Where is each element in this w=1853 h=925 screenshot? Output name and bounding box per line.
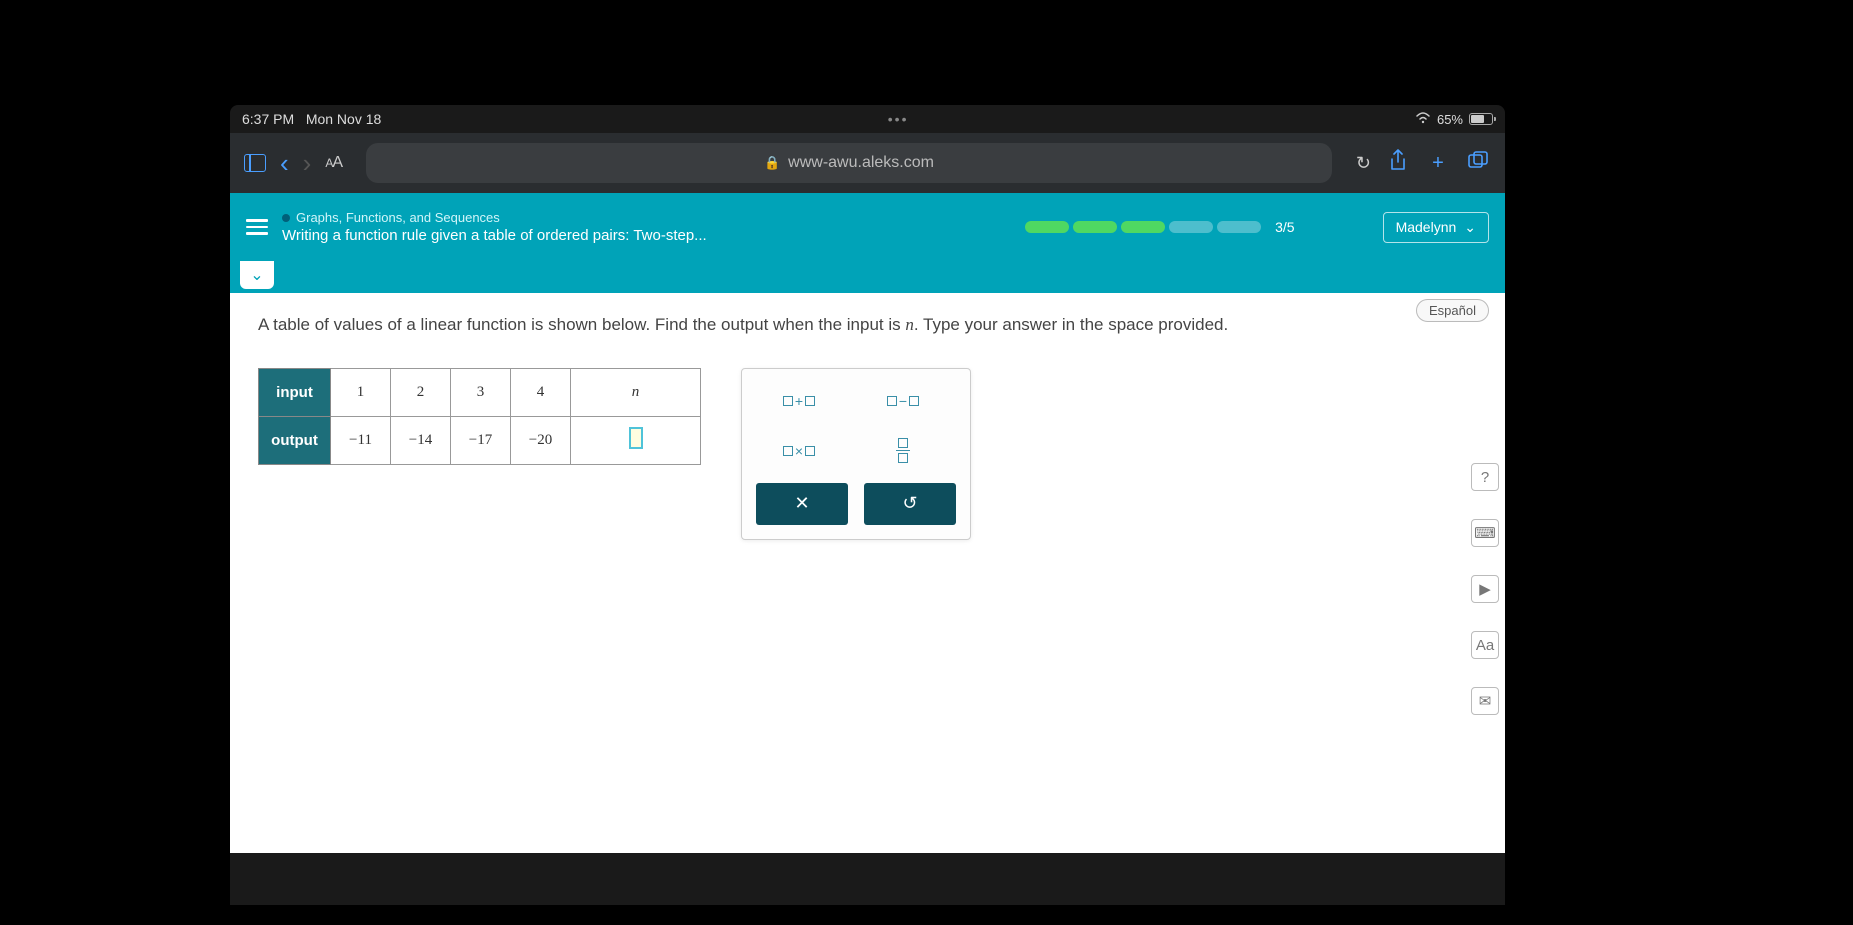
- video-button[interactable]: ▶: [1471, 575, 1499, 603]
- sidebar-icon[interactable]: [244, 154, 266, 172]
- table-cell: −17: [451, 416, 511, 464]
- text-size-button[interactable]: AA: [325, 154, 342, 172]
- user-menu-button[interactable]: Madelynn ⌄: [1383, 212, 1489, 243]
- menu-button[interactable]: [246, 219, 268, 235]
- table-cell: −11: [331, 416, 391, 464]
- side-rail: ? ⌨ ▶ Aa ✉: [1471, 463, 1499, 715]
- expand-down-button[interactable]: ⌄: [240, 261, 274, 289]
- help-button[interactable]: ?: [1471, 463, 1499, 491]
- progress-count: 3/5: [1275, 219, 1294, 235]
- forward-button: ›: [303, 148, 312, 179]
- progress-segment: [1217, 221, 1261, 233]
- address-bar[interactable]: 🔒 www-awu.aleks.com: [366, 143, 1332, 183]
- battery-percent: 65%: [1437, 112, 1463, 127]
- question-text: A table of values of a linear function i…: [258, 311, 1278, 340]
- tabs-button[interactable]: [1465, 150, 1491, 176]
- multitask-dots-icon[interactable]: •••: [381, 111, 1415, 127]
- table-cell: −14: [391, 416, 451, 464]
- user-name: Madelynn: [1396, 219, 1457, 235]
- x-icon: ✕: [794, 493, 809, 514]
- table-cell: 4: [511, 368, 571, 416]
- keypad-add-button[interactable]: +: [756, 383, 842, 419]
- keypad-fraction-button[interactable]: [860, 433, 946, 469]
- table-cell-variable: n: [571, 368, 701, 416]
- status-date: Mon Nov 18: [306, 111, 381, 127]
- output-row-header: output: [259, 416, 331, 464]
- keypad-undo-button[interactable]: ↺: [864, 483, 956, 525]
- answer-input-cell[interactable]: [571, 416, 701, 464]
- share-button[interactable]: [1385, 149, 1411, 177]
- table-cell: −20: [511, 416, 571, 464]
- progress-segment: [1121, 221, 1165, 233]
- topic-title: Writing a function rule given a table of…: [282, 227, 707, 244]
- progress-segment: [1073, 221, 1117, 233]
- battery-icon: [1469, 113, 1493, 125]
- aleks-header: Graphs, Functions, and Sequences Writing…: [230, 193, 1505, 261]
- keypad-multiply-button[interactable]: ×: [756, 433, 842, 469]
- message-button[interactable]: ✉: [1471, 687, 1499, 715]
- keypad-subtract-button[interactable]: −: [860, 383, 946, 419]
- input-row-header: input: [259, 368, 331, 416]
- new-tab-button[interactable]: +: [1425, 152, 1451, 175]
- lock-icon: 🔒: [764, 155, 780, 171]
- keypad-clear-button[interactable]: ✕: [756, 483, 848, 525]
- function-table: input 1 2 3 4 n output −11 −14 −17 −20: [258, 368, 701, 465]
- table-cell: 1: [331, 368, 391, 416]
- table-cell: 2: [391, 368, 451, 416]
- math-keypad: + − × ✕ ↺: [741, 368, 971, 540]
- calculator-button[interactable]: ⌨: [1471, 519, 1499, 547]
- question-content: Español A table of values of a linear fu…: [230, 293, 1505, 853]
- refresh-button[interactable]: ↻: [1356, 153, 1371, 174]
- undo-icon: ↺: [902, 493, 917, 514]
- category-label: Graphs, Functions, and Sequences: [282, 210, 707, 225]
- status-time: 6:37 PM: [242, 111, 294, 127]
- answer-input[interactable]: [629, 427, 643, 449]
- language-button[interactable]: Español: [1416, 299, 1489, 322]
- wifi-icon: [1415, 112, 1431, 127]
- progress-indicator: 3/5: [1025, 219, 1294, 235]
- progress-segment: [1025, 221, 1069, 233]
- ipad-status-bar: 6:37 PM Mon Nov 18 ••• 65%: [230, 105, 1505, 133]
- text-options-button[interactable]: Aa: [1471, 631, 1499, 659]
- url-text: www-awu.aleks.com: [788, 154, 934, 172]
- progress-segment: [1169, 221, 1213, 233]
- back-button[interactable]: ‹: [280, 148, 289, 179]
- browser-toolbar: ‹ › AA 🔒 www-awu.aleks.com ↻ +: [230, 133, 1505, 193]
- chevron-down-icon: ⌄: [1464, 219, 1476, 236]
- table-cell: 3: [451, 368, 511, 416]
